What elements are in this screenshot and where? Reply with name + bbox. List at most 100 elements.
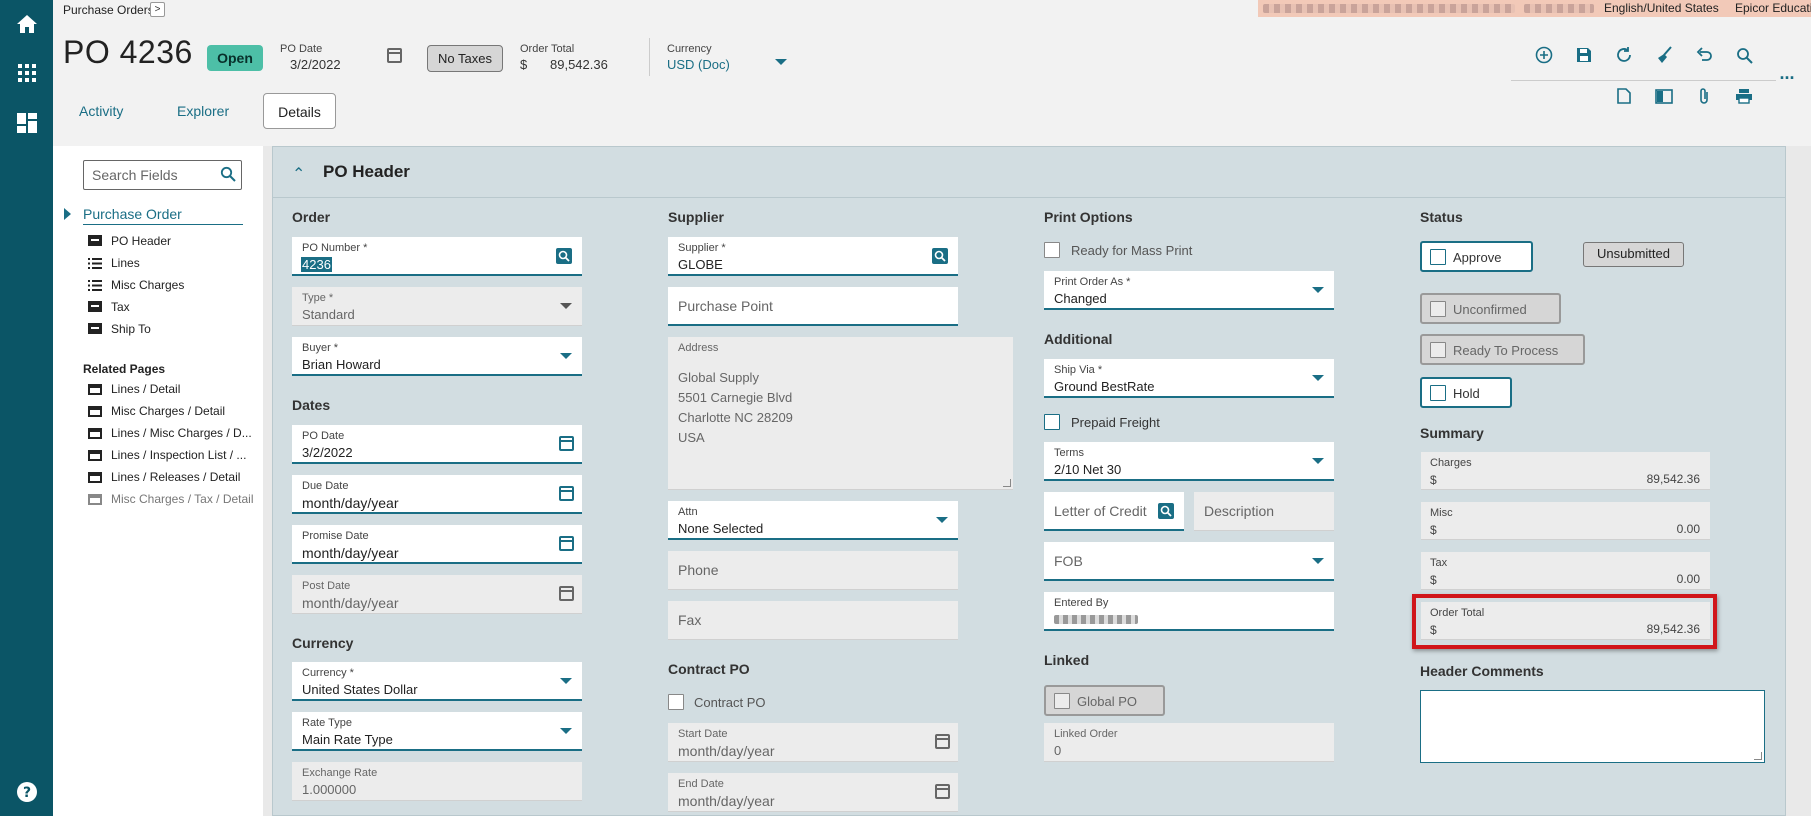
rate-type-value: Main Rate Type	[302, 732, 393, 747]
buyer-field[interactable]: Buyer * Brian Howard	[292, 337, 582, 376]
unconfirmed-label: Unconfirmed	[1453, 302, 1527, 317]
more-options-icon[interactable]: ...	[1774, 62, 1800, 84]
po-number-field[interactable]: PO Number * 4236	[292, 237, 582, 276]
terms-field[interactable]: Terms 2/10 Net 30	[1044, 442, 1334, 481]
attn-field[interactable]: Attn None Selected	[668, 501, 958, 540]
hold-toggle[interactable]: Hold	[1420, 377, 1512, 408]
currency-field[interactable]: Currency * United States Dollar	[292, 662, 582, 701]
chevron-down-icon[interactable]	[560, 303, 572, 309]
related-lines-inspection[interactable]: Lines / Inspection List / ...	[111, 448, 246, 462]
contract-po-checkbox[interactable]	[668, 694, 684, 710]
breadcrumb-chevron-icon[interactable]: >	[150, 2, 165, 17]
po-date-field[interactable]: PO Date 3/2/2022	[292, 425, 582, 464]
exchange-rate-value: 1.000000	[302, 782, 357, 797]
help-icon[interactable]: ?	[14, 779, 40, 805]
company-label[interactable]: Epicor Education	[1735, 1, 1811, 15]
related-misc-charges-detail[interactable]: Misc Charges / Detail	[111, 404, 225, 418]
chevron-down-icon[interactable]	[560, 678, 572, 684]
unsubmitted-badge: Unsubmitted	[1583, 242, 1684, 267]
related-lines-misc-charges[interactable]: Lines / Misc Charges / D...	[111, 426, 252, 440]
chevron-down-icon[interactable]	[560, 728, 572, 734]
chevron-down-icon[interactable]	[560, 353, 572, 359]
tab-explorer[interactable]: Explorer	[165, 93, 241, 129]
phone-placeholder: Phone	[678, 562, 719, 578]
description-placeholder: Description	[1204, 503, 1275, 519]
related-lines-detail[interactable]: Lines / Detail	[111, 382, 180, 396]
header-comments-textarea[interactable]	[1420, 690, 1765, 763]
add-new-icon[interactable]	[1533, 44, 1555, 66]
tab-details[interactable]: Details	[263, 93, 336, 129]
sidebar-item-lines[interactable]: Lines	[111, 256, 140, 270]
chevron-down-icon[interactable]	[1312, 558, 1324, 564]
ship-via-field[interactable]: Ship Via * Ground BestRate	[1044, 359, 1334, 398]
related-misc-charges-tax[interactable]: Misc Charges / Tax / Detail	[111, 492, 254, 506]
purchase-point-field[interactable]: Purchase Point	[668, 287, 958, 326]
print-icon[interactable]	[1733, 85, 1755, 107]
attachment-icon[interactable]	[1693, 85, 1715, 107]
redacted-text	[1524, 4, 1594, 13]
calendar-icon[interactable]	[559, 486, 574, 501]
list-icon	[88, 279, 102, 291]
mass-print-checkbox[interactable]	[1044, 242, 1060, 258]
sidebar-item-po-header[interactable]: PO Header	[111, 234, 171, 248]
dashboard-icon[interactable]	[14, 110, 40, 136]
ship-via-value: Ground BestRate	[1054, 379, 1155, 394]
description-field: Description	[1194, 492, 1334, 531]
chevron-down-icon[interactable]	[775, 59, 787, 65]
chevron-down-icon[interactable]	[936, 517, 948, 523]
rate-type-field[interactable]: Rate Type Main Rate Type	[292, 712, 582, 751]
type-value: Standard	[302, 307, 355, 322]
resize-handle-icon[interactable]	[1003, 479, 1011, 487]
sidebar-item-misc-charges[interactable]: Misc Charges	[111, 278, 184, 292]
calendar-icon[interactable]	[559, 436, 574, 451]
refresh-icon[interactable]	[1613, 44, 1635, 66]
po-date-value[interactable]: 3/2/2022	[290, 57, 341, 72]
breadcrumb[interactable]: Purchase Orders	[63, 3, 154, 17]
due-date-field[interactable]: Due Date month/day/year	[292, 475, 582, 514]
additional-heading: Additional	[1044, 331, 1113, 347]
chevron-down-icon[interactable]	[1312, 375, 1324, 381]
currency-select[interactable]: USD (Doc)	[667, 57, 730, 72]
nav-purchase-order[interactable]: Purchase Order	[83, 206, 182, 222]
chevron-down-icon[interactable]	[1312, 458, 1324, 464]
save-icon[interactable]	[1573, 44, 1595, 66]
fob-field[interactable]: FOB	[1044, 542, 1334, 581]
related-pages-heading: Related Pages	[83, 362, 166, 376]
calendar-icon[interactable]	[387, 48, 402, 63]
lookup-search-icon[interactable]	[932, 248, 948, 264]
collapse-chevron-icon[interactable]: ⌃	[292, 164, 305, 184]
lookup-search-icon[interactable]	[556, 248, 572, 264]
supplier-field[interactable]: Supplier * GLOBE	[668, 237, 958, 276]
layout-panel-icon[interactable]	[1653, 85, 1675, 107]
address-line: USA	[678, 430, 705, 445]
approve-toggle[interactable]: Approve	[1420, 241, 1533, 272]
language-label[interactable]: English/United States	[1604, 1, 1719, 15]
print-order-as-field[interactable]: Print Order As * Changed	[1044, 271, 1334, 310]
search-icon[interactable]	[220, 166, 236, 185]
clear-broom-icon[interactable]	[1653, 44, 1675, 66]
post-date-label: Post Date	[302, 580, 351, 592]
home-icon[interactable]	[14, 11, 40, 37]
resize-handle-icon[interactable]	[1754, 752, 1762, 760]
po-number-value[interactable]: 4236	[301, 257, 332, 272]
calendar-icon[interactable]	[559, 536, 574, 551]
apps-grid-icon[interactable]	[14, 60, 40, 86]
promise-date-value: month/day/year	[302, 545, 399, 561]
approve-checkbox[interactable]	[1430, 249, 1446, 265]
type-field[interactable]: Type * Standard	[292, 287, 582, 326]
sidebar-item-tax[interactable]: Tax	[111, 300, 130, 314]
hold-checkbox[interactable]	[1430, 385, 1446, 401]
tab-activity[interactable]: Activity	[67, 93, 135, 129]
chevron-down-icon[interactable]	[1312, 287, 1324, 293]
expand-caret-icon[interactable]	[64, 208, 71, 220]
promise-date-field[interactable]: Promise Date month/day/year	[292, 525, 582, 564]
search-icon[interactable]	[1733, 44, 1755, 66]
prepaid-freight-checkbox[interactable]	[1044, 414, 1060, 430]
letter-of-credit-field[interactable]: Letter of Credit	[1044, 492, 1184, 531]
lookup-search-icon[interactable]	[1158, 503, 1174, 519]
sidebar-item-ship-to[interactable]: Ship To	[111, 322, 151, 336]
undo-icon[interactable]	[1693, 44, 1715, 66]
form-icon	[88, 301, 102, 312]
new-document-icon[interactable]	[1613, 85, 1635, 107]
related-lines-releases[interactable]: Lines / Releases / Detail	[111, 470, 240, 484]
